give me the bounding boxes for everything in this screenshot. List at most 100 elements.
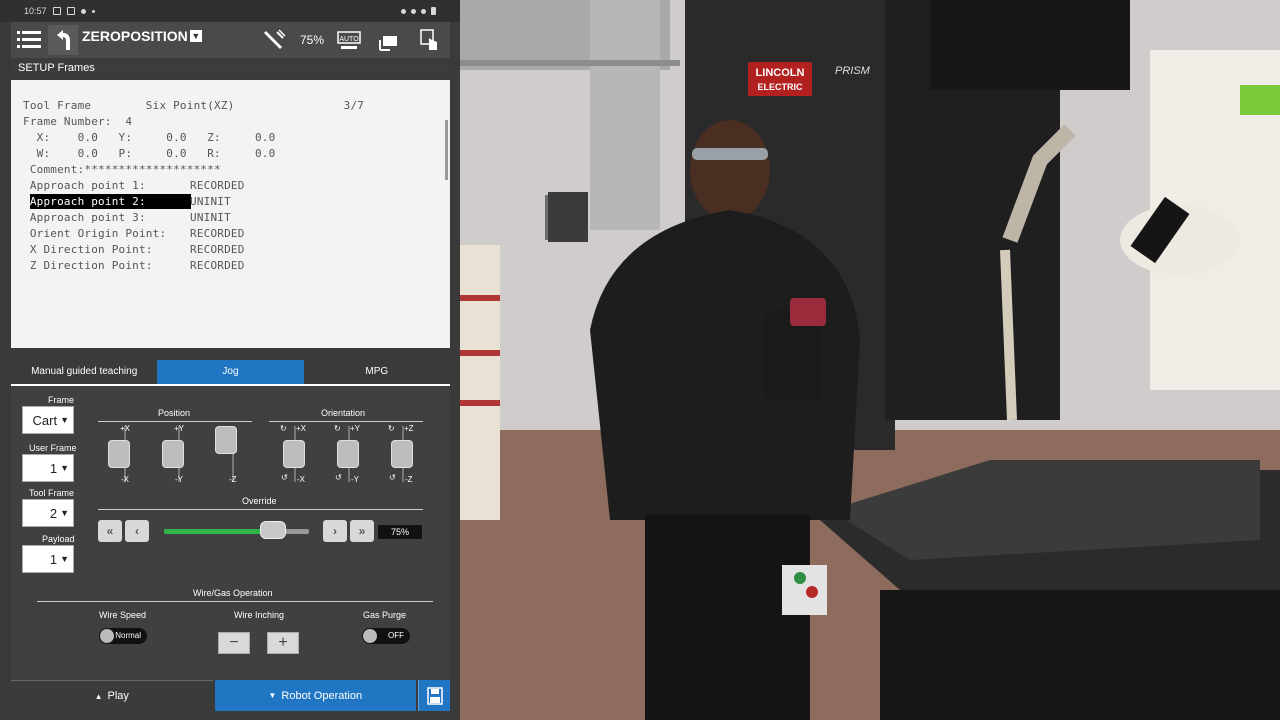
- program-selector[interactable]: ZEROPOSITION ▼: [82, 28, 202, 44]
- lincoln-logo: LINCOLN ELECTRIC: [748, 62, 812, 96]
- hand-pointer-icon: [420, 29, 437, 50]
- screen: 10:57 ZEROPOSITION ▼ 75% AUTO SETUP Fram…: [0, 0, 1280, 720]
- tab-manual-guided-teaching[interactable]: Manual guided teaching: [11, 360, 158, 384]
- triangle-down-icon: ▼: [268, 691, 277, 700]
- jog-minus-rz-label: -Z: [405, 475, 413, 484]
- tool-frame-setup-screen[interactable]: Tool Frame Six Point(XZ) 3/7 Frame Numbe…: [11, 80, 450, 348]
- divider: [98, 509, 423, 510]
- point-row[interactable]: Z Direction Point: RECORDED: [23, 259, 245, 272]
- menu-button[interactable]: [14, 25, 44, 55]
- override-up-button[interactable]: ›: [323, 520, 347, 542]
- wire-feeder-box: [930, 0, 1130, 90]
- point-row[interactable]: Orient Origin Point: RECORDED: [23, 227, 245, 240]
- wire-speed-toggle[interactable]: Normal: [99, 628, 147, 644]
- start-stop-box: [782, 565, 827, 615]
- jog-frame-button[interactable]: [374, 25, 404, 55]
- override-slider-thumb[interactable]: [259, 521, 286, 539]
- speed-override-readout[interactable]: 75%: [300, 33, 324, 47]
- jog-plus-x-label: +X: [120, 424, 131, 433]
- save-disk-icon: [426, 686, 443, 705]
- user-frame-select[interactable]: 1 ▼: [22, 454, 74, 482]
- toggle-knob: [363, 629, 377, 643]
- frame-header-line: Tool Frame Six Point(XZ) 3/7: [23, 99, 365, 112]
- back-button[interactable]: [48, 25, 78, 55]
- jog-ry-stick[interactable]: [337, 440, 359, 468]
- wifi-icon: [421, 8, 426, 14]
- point-label: Approach point 3:: [23, 211, 146, 224]
- auto-text: AUTO: [339, 36, 359, 43]
- user-frame-value: 1: [49, 460, 58, 476]
- bluetooth-icon: [401, 8, 406, 14]
- user-frame-label: User Frame: [29, 443, 77, 453]
- tool-frame-label: Tool Frame: [29, 488, 75, 498]
- person-head: [690, 120, 770, 220]
- pendant-top-bar: ZEROPOSITION ▼ 75% AUTO: [11, 22, 450, 58]
- dropdown-arrow-icon: ▼: [60, 415, 69, 425]
- jog-minus-y-label: -Y: [175, 475, 183, 484]
- dropdown-arrow-icon: ▼: [60, 463, 69, 473]
- jog-y-stick[interactable]: [162, 440, 184, 468]
- wire-inch-minus-button[interactable]: −: [218, 632, 250, 654]
- jog-x-stick[interactable]: [108, 440, 130, 468]
- stripe: [460, 400, 500, 406]
- override-down-button[interactable]: ‹: [125, 520, 149, 542]
- point-row[interactable]: X Direction Point: RECORDED: [23, 243, 245, 256]
- jog-z-stick[interactable]: [215, 426, 237, 454]
- notification-icon: [66, 7, 75, 15]
- robot-operation-button[interactable]: ▼ Robot Operation: [214, 680, 417, 711]
- wire-inching-label: Wire Inching: [234, 610, 285, 620]
- double-chevron-left-icon: «: [106, 524, 114, 538]
- point-row[interactable]: Approach point 1: RECORDED: [23, 179, 245, 192]
- point-status: RECORDED: [190, 179, 245, 192]
- wire-inch-plus-button[interactable]: +: [267, 632, 299, 654]
- frame-axis-icon: [379, 36, 397, 51]
- frame-select[interactable]: Cart ▼: [22, 406, 74, 434]
- green-button: [794, 572, 806, 584]
- rotate-ccw-icon: ↺: [389, 473, 396, 482]
- override-fast-down-button[interactable]: «: [98, 520, 122, 542]
- save-button[interactable]: [418, 680, 450, 711]
- jog-rz-stick[interactable]: [391, 440, 413, 468]
- point-label: Approach point 2:: [23, 195, 146, 208]
- tab-mpg[interactable]: MPG: [303, 360, 450, 384]
- play-button[interactable]: ▲ Play: [11, 680, 213, 711]
- manual-guide-button[interactable]: [414, 25, 444, 55]
- divider: [98, 421, 252, 422]
- point-status: RECORDED: [190, 243, 245, 256]
- wpr-values-line: W: 0.0 P: 0.0 R: 0.0: [23, 147, 276, 160]
- payload-value: 1: [49, 551, 58, 567]
- jog-rx-stick[interactable]: [283, 440, 305, 468]
- filter-cylinder: [460, 245, 500, 520]
- robot-accent: [1240, 85, 1280, 115]
- tool-button[interactable]: [260, 25, 290, 55]
- mute-icon: [411, 8, 416, 14]
- auto-mode-button[interactable]: AUTO: [334, 25, 364, 55]
- override-fast-up-button[interactable]: »: [350, 520, 374, 542]
- program-name: ZEROPOSITION: [82, 28, 188, 44]
- position-label: Position: [158, 408, 191, 418]
- gas-purge-label: Gas Purge: [363, 610, 407, 620]
- jog-panel: Frame Cart ▼ User Frame 1 ▼ Tool Frame 2 ▼ …: [11, 386, 450, 680]
- table-base: [880, 590, 1280, 720]
- override-slider[interactable]: [164, 521, 309, 539]
- point-row[interactable]: Approach point 3: UNINIT: [23, 211, 231, 224]
- frame-value: Cart: [32, 412, 58, 428]
- jog-plus-rx-label: +X: [296, 424, 307, 433]
- stripe: [460, 350, 500, 356]
- chevron-left-icon: ‹: [135, 524, 139, 538]
- tab-jog[interactable]: Jog: [157, 360, 304, 384]
- point-status: UNINIT: [190, 195, 231, 208]
- logo-text: LINCOLN: [756, 67, 805, 79]
- gas-purge-toggle[interactable]: OFF: [362, 628, 410, 644]
- wall-panel: [548, 192, 588, 242]
- rotate-icon: ↻: [280, 424, 287, 433]
- point-row-selected[interactable]: Approach point 2: UNINIT: [23, 195, 231, 208]
- settings-icon: [80, 8, 86, 14]
- logo-text: ELECTRIC: [758, 82, 804, 92]
- point-status: UNINIT: [190, 211, 231, 224]
- double-chevron-right-icon: »: [358, 524, 366, 538]
- point-label: X Direction Point:: [23, 243, 153, 256]
- payload-select[interactable]: 1 ▼: [22, 545, 74, 573]
- tool-frame-select[interactable]: 2 ▼: [22, 499, 74, 527]
- scrollbar[interactable]: [445, 120, 448, 180]
